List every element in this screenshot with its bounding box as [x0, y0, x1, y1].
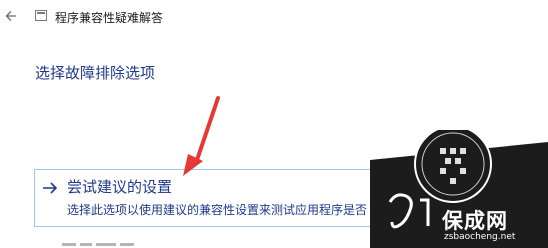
option-try-recommended-settings[interactable]: 尝试建议的设置 选择此选项以使用建议的兼容性设置来测试应用程序是否 — [34, 169, 384, 227]
page-heading: 选择故障排除选项 — [35, 64, 156, 82]
window-title: 程序兼容性疑难解答 — [55, 11, 164, 25]
back-arrow-icon[interactable] — [2, 7, 20, 25]
right-arrow-icon — [43, 182, 58, 194]
watermark-brand: 保成网 — [442, 209, 508, 233]
window-icon — [35, 10, 47, 21]
watermark-url: zsbaocheng.net — [444, 232, 516, 242]
option-title: 尝试建议的设置 — [67, 178, 173, 196]
option-description: 选择此选项以使用建议的兼容性设置来测试应用程序是否 — [67, 203, 368, 217]
next-option-partial[interactable] — [62, 240, 152, 246]
title-bar: 程序兼容性疑难解答 — [0, 0, 548, 34]
